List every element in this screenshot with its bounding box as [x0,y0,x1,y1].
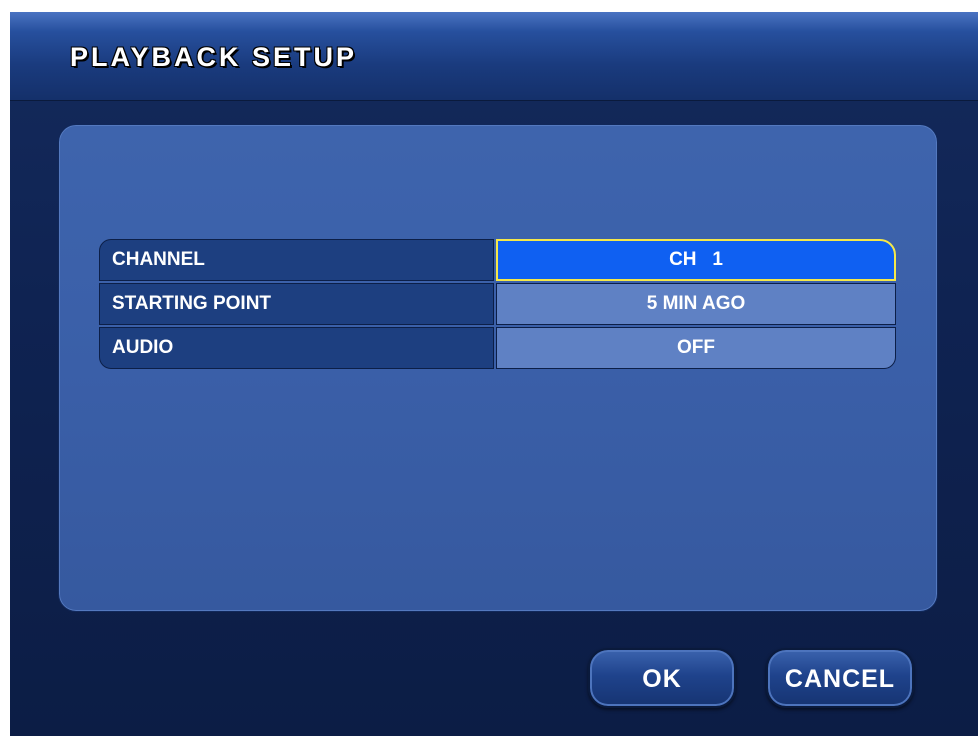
playback-setup-dialog: PLAYBACK SETUP CHANNEL CH 1 STARTING POI… [10,12,978,736]
setting-label-starting-point: STARTING POINT [99,283,494,325]
setting-row-channel: CHANNEL CH 1 [99,239,896,281]
setting-value-starting-point[interactable]: 5 MIN AGO [496,283,896,325]
title-bar: PLAYBACK SETUP [10,12,978,101]
setting-label-channel: CHANNEL [99,239,494,281]
settings-table: CHANNEL CH 1 STARTING POINT 5 MIN AGO AU… [99,239,896,371]
setting-value-audio[interactable]: OFF [496,327,896,369]
setting-row-starting-point: STARTING POINT 5 MIN AGO [99,283,896,325]
ok-button[interactable]: OK [588,648,736,708]
setting-label-audio: AUDIO [99,327,494,369]
cancel-button[interactable]: CANCEL [766,648,914,708]
dialog-title: PLAYBACK SETUP [70,42,358,72]
settings-panel: CHANNEL CH 1 STARTING POINT 5 MIN AGO AU… [58,124,938,612]
setting-value-channel[interactable]: CH 1 [496,239,896,281]
setting-row-audio: AUDIO OFF [99,327,896,369]
